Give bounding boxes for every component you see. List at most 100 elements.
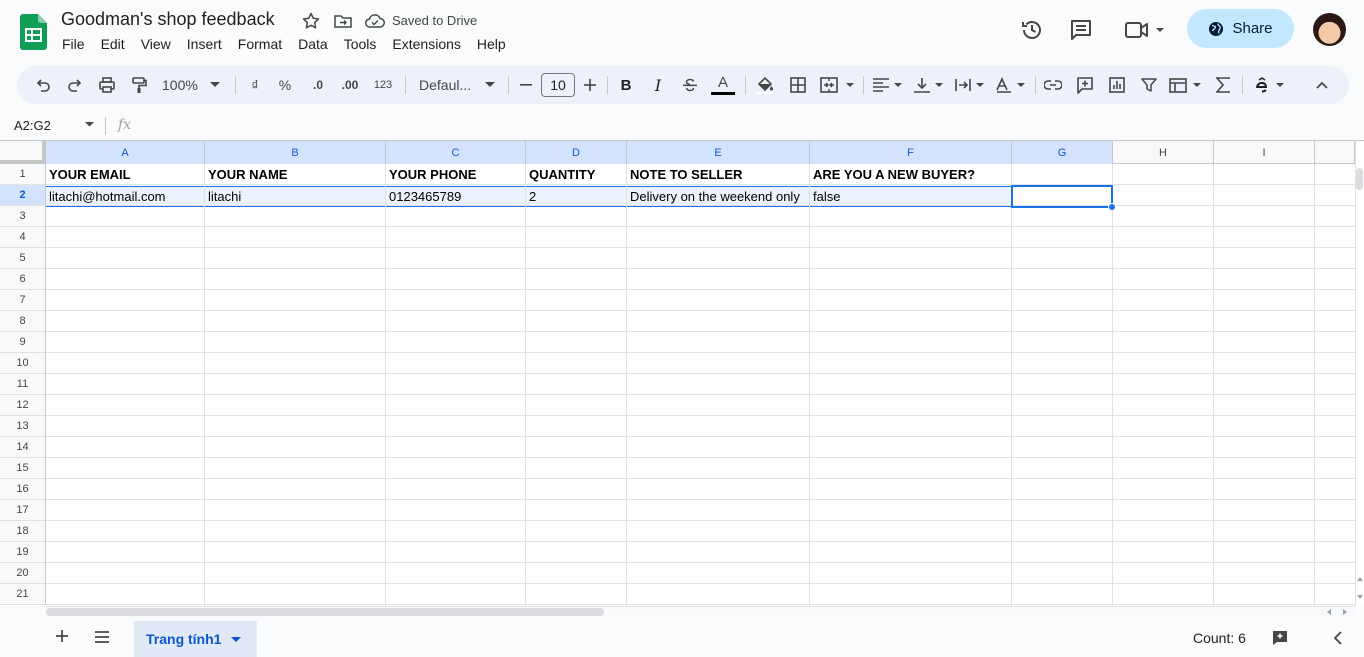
select-all-corner[interactable] <box>0 141 46 164</box>
document-title[interactable]: Goodman's shop feedback <box>61 9 275 30</box>
hide-menus-chevron-up-icon[interactable] <box>1314 75 1330 95</box>
spreadsheet-grid[interactable]: ABCDEFGHI YOUR EMAIL YOUR NAME YOUR PHONE Q… <box>0 141 1355 606</box>
vertical-scroll-thumb[interactable] <box>1356 168 1363 190</box>
version-history-icon[interactable] <box>1019 17 1045 43</box>
borders-icon[interactable] <box>788 75 808 95</box>
sheets-logo-icon[interactable] <box>20 14 47 50</box>
all-sheets-menu-icon[interactable] <box>94 630 110 644</box>
saved-status[interactable]: Saved to Drive <box>392 13 477 28</box>
row-header-6[interactable]: 6 <box>0 269 46 290</box>
active-cell-g2[interactable] <box>1011 185 1113 208</box>
paint-format-icon[interactable] <box>129 75 149 95</box>
menu-edit[interactable]: Edit <box>93 35 133 53</box>
scroll-right-arrow-icon[interactable] <box>1343 609 1347 615</box>
filter-icon[interactable] <box>1139 75 1159 95</box>
insert-comment-icon[interactable] <box>1075 75 1095 95</box>
row-header-14[interactable]: 14 <box>0 437 46 458</box>
cell-c1[interactable]: YOUR PHONE <box>386 164 525 185</box>
filter-views-icon[interactable] <box>1169 75 1203 95</box>
column-header-f[interactable]: F <box>810 141 1012 164</box>
undo-icon[interactable] <box>33 75 53 95</box>
name-box-chevron-down-icon[interactable] <box>85 122 94 127</box>
column-header-a[interactable]: A <box>46 141 205 164</box>
cell-e2[interactable]: Delivery on the weekend only <box>627 186 809 207</box>
row-header-5[interactable]: 5 <box>0 248 46 269</box>
sheet-tab-chevron-down-icon[interactable] <box>231 636 242 642</box>
row-header-17[interactable]: 17 <box>0 500 46 521</box>
cell-d1[interactable]: QUANTITY <box>526 164 626 185</box>
add-sheet-plus-icon[interactable] <box>54 628 70 644</box>
percent-format-button[interactable]: % <box>275 75 295 95</box>
menu-tools[interactable]: Tools <box>336 35 385 53</box>
sheet-tab[interactable]: Trang tính1 <box>134 621 257 657</box>
meet-video-icon[interactable] <box>1124 18 1170 42</box>
column-header-g[interactable]: G <box>1012 141 1113 164</box>
name-box[interactable]: A2:G2 <box>14 118 51 133</box>
fill-color-icon[interactable] <box>754 75 776 95</box>
row-header-11[interactable]: 11 <box>0 374 46 395</box>
more-formats-button[interactable]: 123 <box>371 75 395 95</box>
side-panel-chevron-left-icon[interactable] <box>1332 631 1344 645</box>
text-rotation-icon[interactable] <box>995 75 1027 95</box>
scroll-left-arrow-icon[interactable] <box>1327 609 1331 615</box>
column-header-i[interactable]: I <box>1214 141 1315 164</box>
cell-f2[interactable]: false <box>810 186 1011 207</box>
cell-c2[interactable]: 0123465789 <box>386 186 525 207</box>
redo-icon[interactable] <box>65 75 85 95</box>
decrease-decimal-button[interactable]: .0 <box>306 75 330 95</box>
cell-b2[interactable]: litachi <box>205 186 385 207</box>
column-header-c[interactable]: C <box>386 141 526 164</box>
row-header-19[interactable]: 19 <box>0 542 46 563</box>
row-header-18[interactable]: 18 <box>0 521 46 542</box>
insert-link-icon[interactable] <box>1043 75 1063 95</box>
increase-decimal-button[interactable]: .00 <box>338 75 362 95</box>
explore-icon[interactable] <box>1272 630 1288 646</box>
vertical-scrollbar[interactable] <box>1355 141 1364 606</box>
print-icon[interactable] <box>97 75 117 95</box>
row-header-2[interactable]: 2 <box>0 185 46 206</box>
row-header-12[interactable]: 12 <box>0 395 46 416</box>
cell-f1[interactable]: ARE YOU A NEW BUYER? <box>810 164 1011 185</box>
row-header-8[interactable]: 8 <box>0 311 46 332</box>
increase-font-size-icon[interactable] <box>582 75 598 95</box>
row-header-13[interactable]: 13 <box>0 416 46 437</box>
menu-help[interactable]: Help <box>469 35 514 53</box>
row-header-3[interactable]: 3 <box>0 206 46 227</box>
zoom-select[interactable]: 100% <box>162 75 226 95</box>
row-header-15[interactable]: 15 <box>0 458 46 479</box>
cell-d2[interactable]: 2 <box>526 186 626 207</box>
italic-button[interactable]: I <box>648 75 668 95</box>
insert-chart-icon[interactable] <box>1107 75 1127 95</box>
horizontal-scroll-thumb[interactable] <box>46 608 604 616</box>
menu-extensions[interactable]: Extensions <box>384 35 468 53</box>
column-header-e[interactable]: E <box>627 141 810 164</box>
comments-icon[interactable] <box>1068 17 1094 43</box>
font-select[interactable]: Defaul... <box>419 75 499 95</box>
strikethrough-icon[interactable] <box>680 75 700 95</box>
column-header-d[interactable]: D <box>526 141 627 164</box>
star-icon[interactable] <box>301 11 321 31</box>
menu-view[interactable]: View <box>133 35 179 53</box>
row-header-16[interactable]: 16 <box>0 479 46 500</box>
input-tools-icon[interactable] <box>1254 75 1286 95</box>
row-header-1[interactable]: 1 <box>0 164 46 185</box>
menu-file[interactable]: File <box>54 35 93 53</box>
cell-e1[interactable]: NOTE TO SELLER <box>627 164 809 185</box>
row-header-9[interactable]: 9 <box>0 332 46 353</box>
row-header-20[interactable]: 20 <box>0 563 46 584</box>
row-header-21[interactable]: 21 <box>0 584 46 605</box>
move-folder-icon[interactable] <box>333 11 353 31</box>
menu-insert[interactable]: Insert <box>179 35 230 53</box>
font-size-input[interactable]: 10 <box>541 73 575 97</box>
row-header-7[interactable]: 7 <box>0 290 46 311</box>
bold-button[interactable]: B <box>616 75 636 95</box>
cell-b1[interactable]: YOUR NAME <box>205 164 385 185</box>
text-wrapping-icon[interactable] <box>954 75 986 95</box>
column-header-h[interactable]: H <box>1113 141 1214 164</box>
text-color-button[interactable]: A <box>711 75 735 95</box>
row-header-4[interactable]: 4 <box>0 227 46 248</box>
fill-handle[interactable] <box>1108 203 1116 211</box>
cell-a2[interactable]: litachi@hotmail.com <box>46 186 204 207</box>
decrease-font-size-icon[interactable] <box>518 75 534 95</box>
horizontal-align-icon[interactable] <box>872 75 904 95</box>
